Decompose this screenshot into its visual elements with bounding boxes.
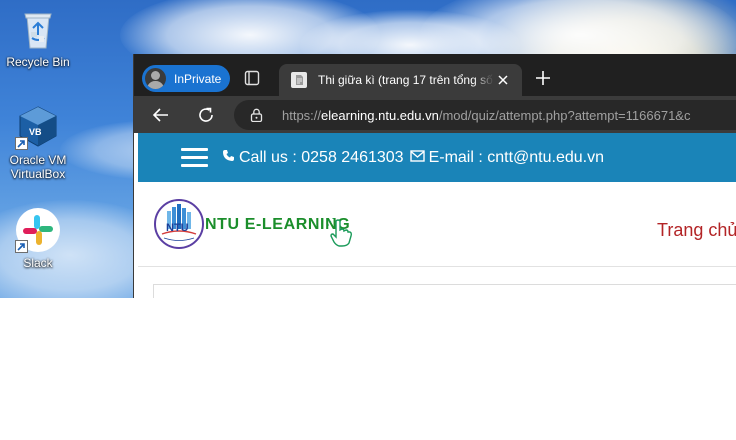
recycle-bin-label: Recycle Bin [6,55,70,69]
desktop-icon-slack[interactable]: Slack [0,207,76,270]
recycle-bin-icon [15,6,61,52]
tab-quiz[interactable]: Thi giữa kì (trang 17 trên tổng số [279,64,522,96]
slack-icon [15,207,61,253]
virtualbox-icon: VB [15,104,61,150]
virtualbox-label: Oracle VM VirtualBox [9,153,67,181]
tab-title: Thi giữa kì (trang 17 trên tổng số [318,73,493,87]
address-bar[interactable]: https://elearning.ntu.edu.vn/mod/quiz/at… [234,100,736,130]
email-text[interactable]: E-mail : cntt@ntu.edu.vn [429,149,604,167]
contact-info: Call us : 0258 2461303 E-mail : cntt@ntu… [222,149,604,167]
tab-strip: InPrivate Thi giữa kì (trang 17 trên tổn… [134,54,736,96]
url-host: elearning.ntu.edu.vn [321,108,439,123]
phone-text: Call us : 0258 2461303 [239,149,404,166]
pointing-hand-icon [328,218,354,248]
inprivate-label: InPrivate [174,71,222,86]
nav-home-link[interactable]: Trang chủ [657,220,736,241]
back-icon[interactable] [151,105,171,125]
contact-bar: Call us : 0258 2461303 E-mail : cntt@ntu… [138,133,736,182]
svg-text:VB: VB [29,127,42,137]
quiz-content-panel [153,284,736,298]
logo-badge-text: NTU [166,222,189,234]
email-icon [409,149,425,167]
url-scheme: https:// [282,108,322,123]
new-tab-icon[interactable] [534,69,552,87]
screen: Recycle Bin VB Oracle VM VirtualBox Slac… [0,0,736,440]
shortcut-arrow-icon [15,240,28,253]
phone-icon [222,149,235,167]
web-page: Call us : 0258 2461303 E-mail : cntt@ntu… [134,133,736,298]
refresh-icon[interactable] [196,105,216,125]
desktop-icon-recycle-bin[interactable]: Recycle Bin [0,6,76,69]
profile-avatar-icon [145,68,166,89]
desktop-icon-virtualbox[interactable]: VB Oracle VM VirtualBox [0,104,76,181]
tab-actions-icon[interactable] [244,70,260,86]
hamburger-menu-icon[interactable] [181,148,208,167]
url-text[interactable]: https://elearning.ntu.edu.vn/mod/quiz/at… [282,108,690,123]
close-tab-icon[interactable] [496,73,510,87]
inprivate-profile-button[interactable]: InPrivate [142,65,230,92]
shortcut-arrow-icon [15,137,28,150]
navigation-bar: https://elearning.ntu.edu.vn/mod/quiz/at… [134,96,736,133]
page-favicon-icon [291,72,307,88]
browser-window: InPrivate Thi giữa kì (trang 17 trên tổn… [133,54,736,298]
ntu-logo-icon[interactable]: NTU [154,199,204,249]
slack-label: Slack [23,256,53,270]
site-header: NTU NTU E-LEARNING Trang chủ [138,182,736,267]
lock-icon[interactable] [250,108,263,123]
url-path: /mod/quiz/attempt.php?attempt=1166671&c [438,108,691,123]
